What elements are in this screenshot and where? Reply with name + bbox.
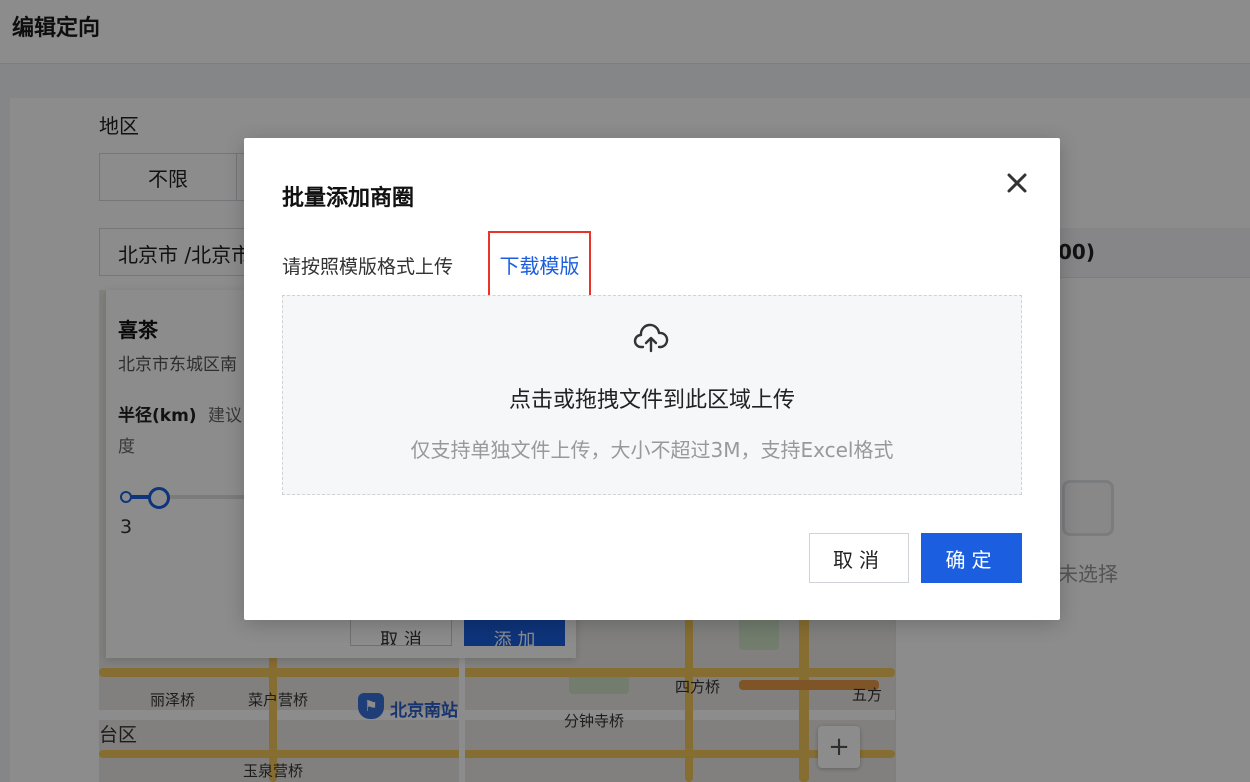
- cancel-button[interactable]: 取消: [809, 533, 909, 583]
- download-template-label: 下载模版: [499, 254, 580, 278]
- download-template-link[interactable]: 下载模版: [488, 231, 591, 298]
- batch-add-modal: 批量添加商圈 请按照模版格式上传 下载模版 点击或拖拽文件到此区域上传 仅支持单…: [244, 138, 1060, 620]
- close-icon[interactable]: [1002, 168, 1032, 198]
- modal-title: 批量添加商圈: [282, 186, 415, 211]
- cloud-upload-icon: [633, 323, 669, 353]
- upload-main-text: 点击或拖拽文件到此区域上传: [508, 388, 795, 413]
- upload-instruction: 请按照模版格式上传: [282, 256, 454, 278]
- confirm-button[interactable]: 确定: [921, 533, 1022, 583]
- upload-dropzone[interactable]: 点击或拖拽文件到此区域上传 仅支持单独文件上传，大小不超过3M，支持Excel格…: [282, 295, 1022, 495]
- upload-hint-text: 仅支持单独文件上传，大小不超过3M，支持Excel格式: [410, 438, 894, 462]
